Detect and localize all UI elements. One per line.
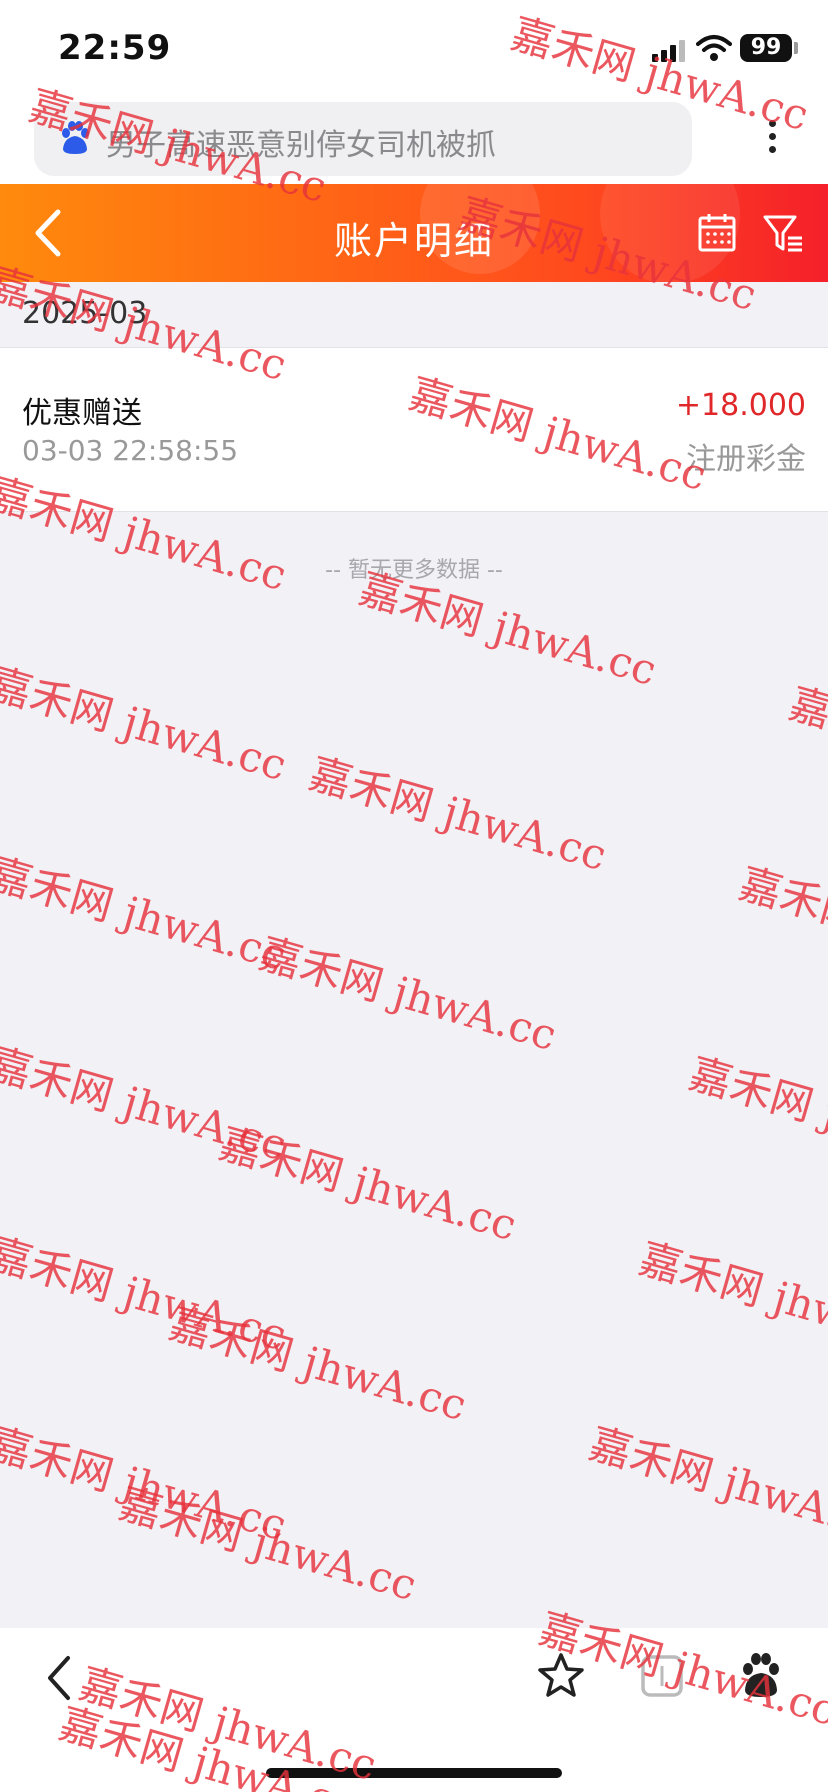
- watermark-text: 嘉禾网 jhwA.cc: [304, 748, 612, 881]
- watermark-text: 嘉禾网 jhwA.cc: [214, 1118, 522, 1251]
- watermark-text: 嘉禾网 jhwA.cc: [784, 678, 828, 810]
- month-label: 2025-03: [22, 296, 148, 331]
- watermark-text: 嘉禾网 jhwA.cc: [734, 858, 828, 990]
- browser-back-icon[interactable]: [42, 1654, 76, 1702]
- watermark-text: 嘉禾网 jhwA.cc: [634, 1233, 828, 1366]
- transaction-row[interactable]: 优惠赠送 03-03 22:58:55 +18.000 注册彩金: [0, 348, 828, 512]
- browser-bar: 男子高速恶意别停女司机被抓: [0, 100, 828, 184]
- bookmark-star-icon[interactable]: [538, 1652, 584, 1698]
- transaction-title: 优惠赠送: [22, 396, 142, 431]
- more-options-icon[interactable]: [762, 114, 782, 164]
- battery-indicator: 99: [740, 34, 792, 62]
- calendar-icon[interactable]: [698, 212, 736, 252]
- battery-tip: [794, 42, 798, 54]
- watermark-text: 嘉禾网 jhwA.cc: [164, 1298, 472, 1431]
- search-query-text[interactable]: 男子高速恶意别停女司机被抓: [106, 120, 496, 164]
- page-header: 账户明细: [0, 184, 828, 282]
- watermark-text: 嘉禾网 jhwA.cc: [584, 1418, 828, 1551]
- baidu-logo-icon: [62, 121, 89, 154]
- cellular-signal-icon: [652, 40, 685, 62]
- watermark-text: 嘉禾网 jhwA.cc: [0, 848, 292, 981]
- watermark-text: 嘉禾网 jhwA.cc: [684, 1048, 828, 1181]
- watermark-text: 嘉禾网 jhwA.cc: [114, 1478, 422, 1611]
- status-bar: 22:59 99: [0, 0, 828, 100]
- transaction-amount: +18.000: [675, 388, 806, 423]
- home-indicator: [266, 1768, 562, 1778]
- browser-bottom-bar: [0, 1628, 828, 1792]
- wifi-icon: [696, 35, 732, 61]
- transaction-type: 注册彩金: [686, 442, 806, 477]
- no-more-data-text: -- 暂无更多数据 --: [325, 558, 503, 583]
- watermark-text: 嘉禾网 jhwA.cc: [0, 1418, 292, 1551]
- tabs-icon[interactable]: [640, 1654, 684, 1698]
- watermark-text: 嘉禾网 jhwA.cc: [0, 1038, 292, 1171]
- watermark-text: 嘉禾网 jhwA.cc: [0, 658, 292, 791]
- watermark-text: 嘉禾网 jhwA.cc: [0, 1228, 292, 1361]
- filter-icon[interactable]: [762, 212, 804, 254]
- month-group-header: 2025-03: [0, 282, 828, 348]
- watermark-text: 嘉禾网 jhwA.cc: [254, 928, 562, 1061]
- transaction-time: 03-03 22:58:55: [22, 434, 239, 467]
- status-time: 22:59: [58, 28, 172, 68]
- baidu-paw-icon[interactable]: [738, 1652, 784, 1698]
